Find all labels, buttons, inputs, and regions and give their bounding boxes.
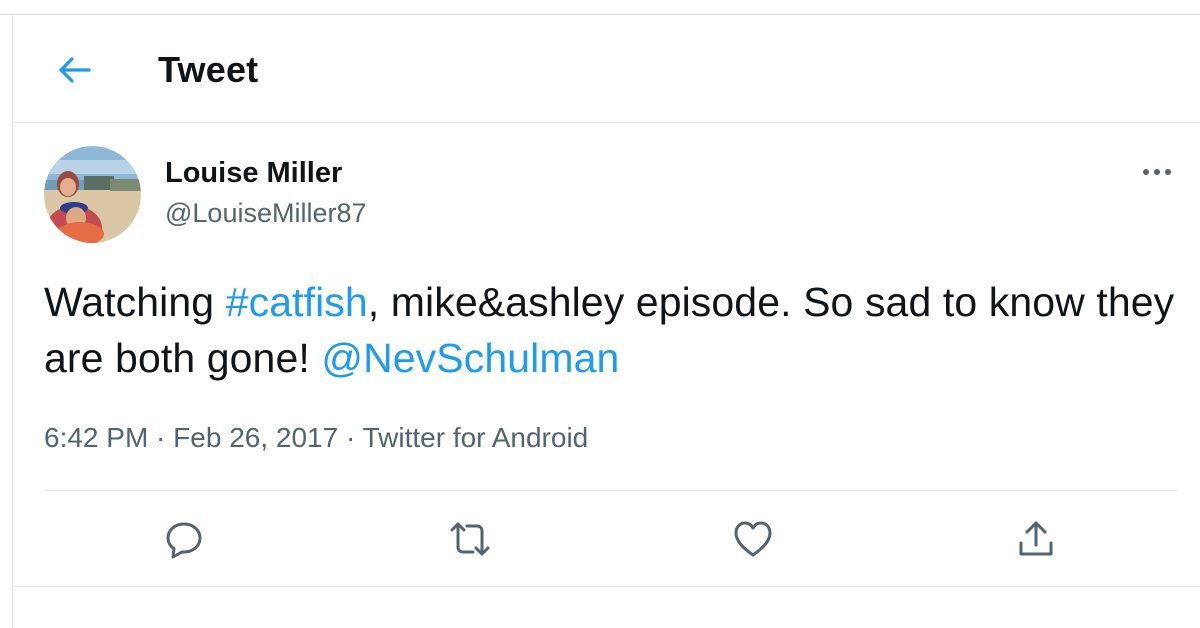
mention-link[interactable]: @NevSchulman [321,335,619,381]
reply-bubble-icon [166,522,202,559]
tweet-text: Watching #catfish, mike&ashley episode. … [44,274,1184,386]
tweet-actions-bar [44,491,1177,585]
avatar[interactable] [44,146,141,243]
tweet-time[interactable]: 6:42 PM [44,422,148,453]
retweet-button[interactable] [444,513,496,565]
page-title: Tweet [158,49,259,90]
avatar-photo [44,146,141,243]
more-horizontal-icon [1143,169,1171,175]
tweet-meta: 6:42 PM · Feb 26, 2017 · Twitter for And… [44,420,588,456]
retweet-icon [450,522,490,556]
tweet-date[interactable]: Feb 26, 2017 [173,422,338,453]
heart-icon [734,521,772,557]
share-upload-icon [1019,521,1053,556]
like-button[interactable] [727,513,779,565]
author-display-name[interactable]: Louise Miller [165,156,342,190]
hashtag-link[interactable]: #catfish [226,279,368,325]
back-button[interactable] [48,44,100,96]
reply-button[interactable] [158,513,210,565]
more-options-button[interactable] [1132,152,1182,192]
meta-separator: · [148,422,174,453]
author-handle[interactable]: @LouiseMiller87 [165,196,367,230]
tweet-text-part: Watching [44,279,226,325]
meta-separator: · [338,422,363,453]
tweet-source[interactable]: Twitter for Android [363,422,589,453]
tweet-page: Tweet Louise Miller @LouiseMiller87 Watc… [0,0,1200,628]
arrow-left-icon [59,57,91,83]
bottom-divider [13,586,1200,587]
share-button[interactable] [1010,513,1062,565]
